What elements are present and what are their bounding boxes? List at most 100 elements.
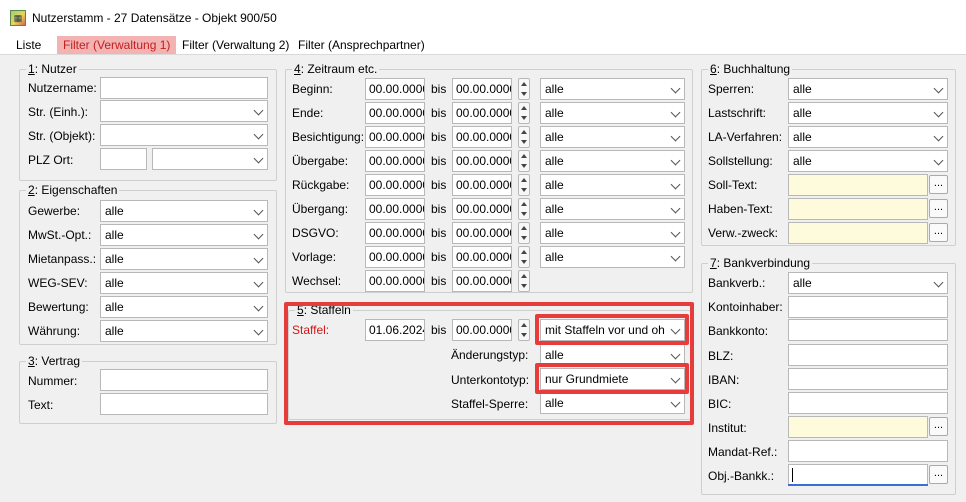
uebergabe-from-input[interactable]: 00.00.0000 bbox=[365, 150, 425, 172]
mietanpass-select[interactable]: alle bbox=[100, 248, 268, 270]
staffel-from-input[interactable]: 01.06.2024 bbox=[365, 319, 425, 341]
sollstellung-select[interactable]: alle bbox=[788, 150, 948, 172]
aenderungstyp-select[interactable]: alle bbox=[540, 344, 685, 366]
text-input[interactable] bbox=[100, 393, 268, 415]
bic-input[interactable] bbox=[788, 392, 948, 414]
uebergang-from-input[interactable]: 00.00.0000 bbox=[365, 198, 425, 220]
ort-select[interactable] bbox=[152, 148, 268, 170]
bankverb-select[interactable]: alle bbox=[788, 272, 948, 294]
tab-filter-ansprechpartner[interactable]: Filter (Ansprechpartner) bbox=[292, 36, 431, 54]
beginn-from-input[interactable]: 00.00.0000 bbox=[365, 78, 425, 100]
spin-up-icon[interactable] bbox=[521, 226, 527, 230]
sperren-select[interactable]: alle bbox=[788, 78, 948, 100]
vorlage-select[interactable]: alle bbox=[540, 246, 685, 268]
spin-down-icon[interactable] bbox=[521, 188, 527, 192]
uebergabe-select[interactable]: alle bbox=[540, 150, 685, 172]
uebergabe-to-input[interactable]: 00.00.0000 bbox=[452, 150, 512, 172]
beginn-to-input[interactable]: 00.00.0000 bbox=[452, 78, 512, 100]
rueckgabe-to-input[interactable]: 00.00.0000 bbox=[452, 174, 512, 196]
spin-up-icon[interactable] bbox=[521, 130, 527, 134]
plz-input[interactable] bbox=[100, 148, 147, 170]
waehrung-select[interactable]: alle bbox=[100, 320, 268, 342]
wechsel-to-input[interactable]: 00.00.0000 bbox=[452, 270, 512, 292]
kontoinhaber-input[interactable] bbox=[788, 296, 948, 318]
bewertung-select[interactable]: alle bbox=[100, 296, 268, 318]
mandat-ref-input[interactable] bbox=[788, 440, 948, 462]
staffel-spinner[interactable] bbox=[518, 319, 530, 341]
mwst-opt-select[interactable]: alle bbox=[100, 224, 268, 246]
spin-down-icon[interactable] bbox=[521, 140, 527, 144]
ende-to-input[interactable]: 00.00.0000 bbox=[452, 102, 512, 124]
unterkontotyp-select[interactable]: nur Grundmiete bbox=[540, 368, 685, 390]
besichtigung-spinner[interactable] bbox=[518, 126, 530, 148]
haben-text-input[interactable] bbox=[788, 198, 928, 220]
institut-browse-button[interactable]: ... bbox=[929, 417, 948, 436]
ende-from-input[interactable]: 00.00.0000 bbox=[365, 102, 425, 124]
spin-down-icon[interactable] bbox=[521, 164, 527, 168]
spin-down-icon[interactable] bbox=[521, 284, 527, 288]
str-objekt-select[interactable] bbox=[100, 124, 268, 146]
tab-liste[interactable]: Liste bbox=[10, 36, 47, 54]
staffel-mode-select[interactable]: mit Staffeln vor und oh bbox=[540, 319, 685, 341]
spin-up-icon[interactable] bbox=[521, 250, 527, 254]
staffel-to-input[interactable]: 00.00.0000 bbox=[452, 319, 512, 341]
tab-filter-verwaltung-1[interactable]: Filter (Verwaltung 1) bbox=[57, 36, 177, 54]
obj-bankk-browse-button[interactable]: ... bbox=[929, 465, 948, 484]
verw-zweck-browse-button[interactable]: ... bbox=[929, 223, 948, 242]
gewerbe-select[interactable]: alle bbox=[100, 200, 268, 222]
uebergang-select[interactable]: alle bbox=[540, 198, 685, 220]
spin-up-icon[interactable] bbox=[521, 154, 527, 158]
spin-up-icon[interactable] bbox=[521, 106, 527, 110]
besichtigung-from-input[interactable]: 00.00.0000 bbox=[365, 126, 425, 148]
spin-down-icon[interactable] bbox=[521, 212, 527, 216]
wechsel-spinner[interactable] bbox=[518, 270, 530, 292]
dsgvo-select[interactable]: alle bbox=[540, 222, 685, 244]
besichtigung-to-input[interactable]: 00.00.0000 bbox=[452, 126, 512, 148]
dsgvo-from-input[interactable]: 00.00.0000 bbox=[365, 222, 425, 244]
tab-filter-verwaltung-2[interactable]: Filter (Verwaltung 2) bbox=[176, 36, 295, 54]
spin-down-icon[interactable] bbox=[521, 116, 527, 120]
vorlage-spinner[interactable] bbox=[518, 246, 530, 268]
uebergabe-spinner[interactable] bbox=[518, 150, 530, 172]
spin-up-icon[interactable] bbox=[521, 274, 527, 278]
spin-down-icon[interactable] bbox=[521, 92, 527, 96]
bankkonto-input[interactable] bbox=[788, 319, 948, 341]
staffel-sperre-select[interactable]: alle bbox=[540, 392, 685, 414]
vorlage-to-input[interactable]: 00.00.0000 bbox=[452, 246, 512, 268]
wechsel-from-input[interactable]: 00.00.0000 bbox=[365, 270, 425, 292]
soll-text-browse-button[interactable]: ... bbox=[929, 175, 948, 194]
spin-up-icon[interactable] bbox=[521, 202, 527, 206]
nutzername-input[interactable] bbox=[100, 77, 268, 99]
uebergang-spinner[interactable] bbox=[518, 198, 530, 220]
ende-spinner[interactable] bbox=[518, 102, 530, 124]
haben-text-browse-button[interactable]: ... bbox=[929, 199, 948, 218]
str-einh-select[interactable] bbox=[100, 100, 268, 122]
dsgvo-to-input[interactable]: 00.00.0000 bbox=[452, 222, 512, 244]
blz-input[interactable] bbox=[788, 344, 948, 366]
rueckgabe-from-input[interactable]: 00.00.0000 bbox=[365, 174, 425, 196]
besichtigung-select[interactable]: alle bbox=[540, 126, 685, 148]
beginn-select[interactable]: alle bbox=[540, 78, 685, 100]
soll-text-input[interactable] bbox=[788, 174, 928, 196]
spin-down-icon[interactable] bbox=[521, 333, 527, 337]
rueckgabe-spinner[interactable] bbox=[518, 174, 530, 196]
iban-input[interactable] bbox=[788, 368, 948, 390]
spin-down-icon[interactable] bbox=[521, 260, 527, 264]
vorlage-from-input[interactable]: 00.00.0000 bbox=[365, 246, 425, 268]
verw-zweck-input[interactable] bbox=[788, 222, 928, 244]
spin-up-icon[interactable] bbox=[521, 178, 527, 182]
ende-select[interactable]: alle bbox=[540, 102, 685, 124]
spin-down-icon[interactable] bbox=[521, 236, 527, 240]
obj-bankk-input[interactable] bbox=[788, 464, 928, 486]
dsgvo-spinner[interactable] bbox=[518, 222, 530, 244]
institut-input[interactable] bbox=[788, 416, 928, 438]
la-verfahren-select[interactable]: alle bbox=[788, 126, 948, 148]
beginn-spinner[interactable] bbox=[518, 78, 530, 100]
lastschrift-select[interactable]: alle bbox=[788, 102, 948, 124]
spin-up-icon[interactable] bbox=[521, 323, 527, 327]
spin-up-icon[interactable] bbox=[521, 82, 527, 86]
nummer-input[interactable] bbox=[100, 369, 268, 391]
weg-sev-select[interactable]: alle bbox=[100, 272, 268, 294]
rueckgabe-select[interactable]: alle bbox=[540, 174, 685, 196]
uebergang-to-input[interactable]: 00.00.0000 bbox=[452, 198, 512, 220]
